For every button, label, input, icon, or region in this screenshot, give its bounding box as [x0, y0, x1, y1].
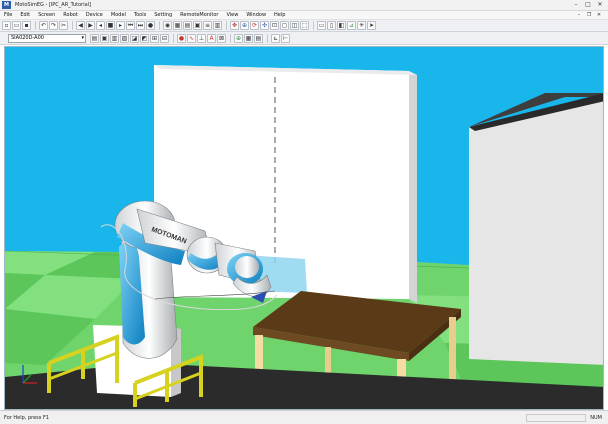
main-toolbar: ▫ ▭ ▪ ↶ ↷ ✂ ◀ ▶ ◂ ■ ▸ ⏮ ⏭ ● ◉ ▦ ▤ ▣ ≡ ▥ …	[0, 20, 608, 32]
collision-icon[interactable]: ⊠	[217, 33, 226, 43]
list-icon[interactable]: ≡	[203, 21, 212, 30]
text-icon[interactable]: A	[207, 33, 216, 43]
menu-tools[interactable]: Tools	[130, 11, 150, 20]
toolbar-separator	[173, 33, 174, 43]
chevron-down-icon: ▾	[81, 34, 84, 41]
step-forward-icon[interactable]: ▸	[116, 21, 125, 30]
robot-properties-icon[interactable]: ▤	[90, 33, 99, 43]
undo-icon[interactable]: ↶	[39, 21, 48, 30]
menu-robot[interactable]: Robot	[59, 11, 82, 20]
move-icon[interactable]: ✥	[230, 21, 239, 30]
toolbar-separator	[313, 21, 314, 30]
toolbar-separator	[72, 21, 73, 30]
doc-minimize-button[interactable]: –	[574, 11, 584, 20]
toolbar-separator	[35, 21, 36, 30]
toolbar-separator	[267, 33, 268, 43]
pendant-icon[interactable]: ▣	[100, 33, 109, 43]
menu-view[interactable]: View	[222, 11, 242, 20]
stop-icon[interactable]: ■	[106, 21, 115, 30]
panel-icon[interactable]: ▯	[327, 21, 336, 30]
split-icon[interactable]: ◧	[337, 21, 346, 30]
window-controls: – □ ✕	[570, 1, 606, 9]
menu-help[interactable]: Help	[270, 11, 289, 20]
app-icon: M	[2, 1, 11, 9]
frame-icon[interactable]: ⊕	[234, 33, 243, 43]
robot-select-value: SIA020D-A00	[11, 34, 44, 41]
zoom-icon[interactable]: ⊕	[240, 21, 249, 30]
save-icon[interactable]: ▪	[22, 21, 31, 30]
menu-screen[interactable]: Screen	[34, 11, 59, 20]
toolbar-separator	[226, 21, 227, 30]
cell-icon[interactable]: ▦	[244, 33, 253, 43]
open-folder-icon[interactable]: ▭	[12, 21, 21, 30]
window-icon[interactable]: ▭	[317, 21, 326, 30]
io-icon[interactable]: ⊟	[160, 33, 169, 43]
status-bar: For Help, press F1 NUM	[0, 410, 608, 424]
dimension-icon[interactable]: ⊢	[281, 33, 290, 43]
skip-back-icon[interactable]: ⏮	[126, 21, 135, 30]
menu-remotemonitor[interactable]: RemoteMonitor	[176, 11, 222, 20]
view-front-icon[interactable]: ▢	[280, 21, 289, 30]
pointer-icon[interactable]: ➤	[367, 21, 376, 30]
measure-icon[interactable]: ⊿	[347, 21, 356, 30]
skip-forward-icon[interactable]: ⏭	[136, 21, 145, 30]
grid-icon[interactable]: ▦	[173, 21, 182, 30]
document-window-controls: – ❐ ✕	[574, 11, 604, 20]
robot-select-dropdown[interactable]: SIA020D-A00 ▾	[8, 33, 86, 43]
menu-device[interactable]: Device	[82, 11, 107, 20]
status-box	[526, 413, 587, 422]
alarm-icon[interactable]: ●	[177, 33, 186, 43]
view-top-icon[interactable]: ⬚	[300, 21, 309, 30]
view-side-icon[interactable]: ◫	[290, 21, 299, 30]
scene-canvas: MOTOMAN	[5, 47, 603, 409]
path-icon[interactable]: ∿	[187, 33, 196, 43]
teach-icon[interactable]: ◪	[130, 33, 139, 43]
new-file-icon[interactable]: ▫	[2, 21, 11, 30]
status-text: For Help, press F1	[4, 414, 50, 421]
redo-icon[interactable]: ↷	[49, 21, 58, 30]
toolbar-separator	[230, 33, 231, 43]
num-lock-indicator: NUM	[590, 414, 602, 421]
light-icon[interactable]: ✳	[357, 21, 366, 30]
pan-icon[interactable]: ✣	[260, 21, 269, 30]
3d-viewport[interactable]: MOTOMAN	[4, 46, 604, 410]
fit-view-icon[interactable]: ⊡	[270, 21, 279, 30]
menu-edit[interactable]: Edit	[16, 11, 34, 20]
position-icon[interactable]: ◩	[140, 33, 149, 43]
menu-model[interactable]: Model	[107, 11, 130, 20]
minimize-button[interactable]: –	[570, 1, 582, 9]
close-button[interactable]: ✕	[594, 1, 606, 9]
record-icon[interactable]: ●	[146, 21, 155, 30]
doc-close-button[interactable]: ✕	[594, 11, 604, 20]
camera-icon[interactable]: ◉	[163, 21, 172, 30]
rotate-icon[interactable]: ⟳	[250, 21, 259, 30]
rewind-icon[interactable]: ◀	[76, 21, 85, 30]
monitor-icon[interactable]: ▣	[193, 21, 202, 30]
model-tree-icon[interactable]: ▤	[254, 33, 263, 43]
axis-icon[interactable]: ⊥	[197, 33, 206, 43]
right-building	[469, 93, 603, 365]
trash-icon[interactable]: ▨	[120, 33, 129, 43]
play-icon[interactable]: ▶	[86, 21, 95, 30]
job-icon[interactable]: ▥	[110, 33, 119, 43]
menu-bar: File Edit Screen Robot Device Model Tool…	[0, 11, 608, 20]
doc-restore-button[interactable]: ❐	[584, 11, 594, 20]
menu-setting[interactable]: Setting	[150, 11, 176, 20]
title-bar: M MotoSimEG - [IPC_AR_Tutorial] – □ ✕	[0, 0, 608, 11]
jog-icon[interactable]: ⊞	[150, 33, 159, 43]
maximize-button[interactable]: □	[582, 1, 594, 9]
toolbar-separator	[159, 21, 160, 30]
layout-icon[interactable]: ▤	[183, 21, 192, 30]
step-back-icon[interactable]: ◂	[96, 21, 105, 30]
cut-icon[interactable]: ✂	[59, 21, 68, 30]
menu-file[interactable]: File	[0, 11, 16, 20]
chart-icon[interactable]: ▥	[213, 21, 222, 30]
robot-toolbar: SIA020D-A00 ▾ ▤ ▣ ▥ ▨ ◪ ◩ ⊞ ⊟ ● ∿ ⊥ A ⊠ …	[0, 32, 608, 45]
window-title: MotoSimEG - [IPC_AR_Tutorial]	[15, 2, 92, 8]
ruler-icon[interactable]: ⊾	[271, 33, 280, 43]
menu-window[interactable]: Window	[242, 11, 270, 20]
